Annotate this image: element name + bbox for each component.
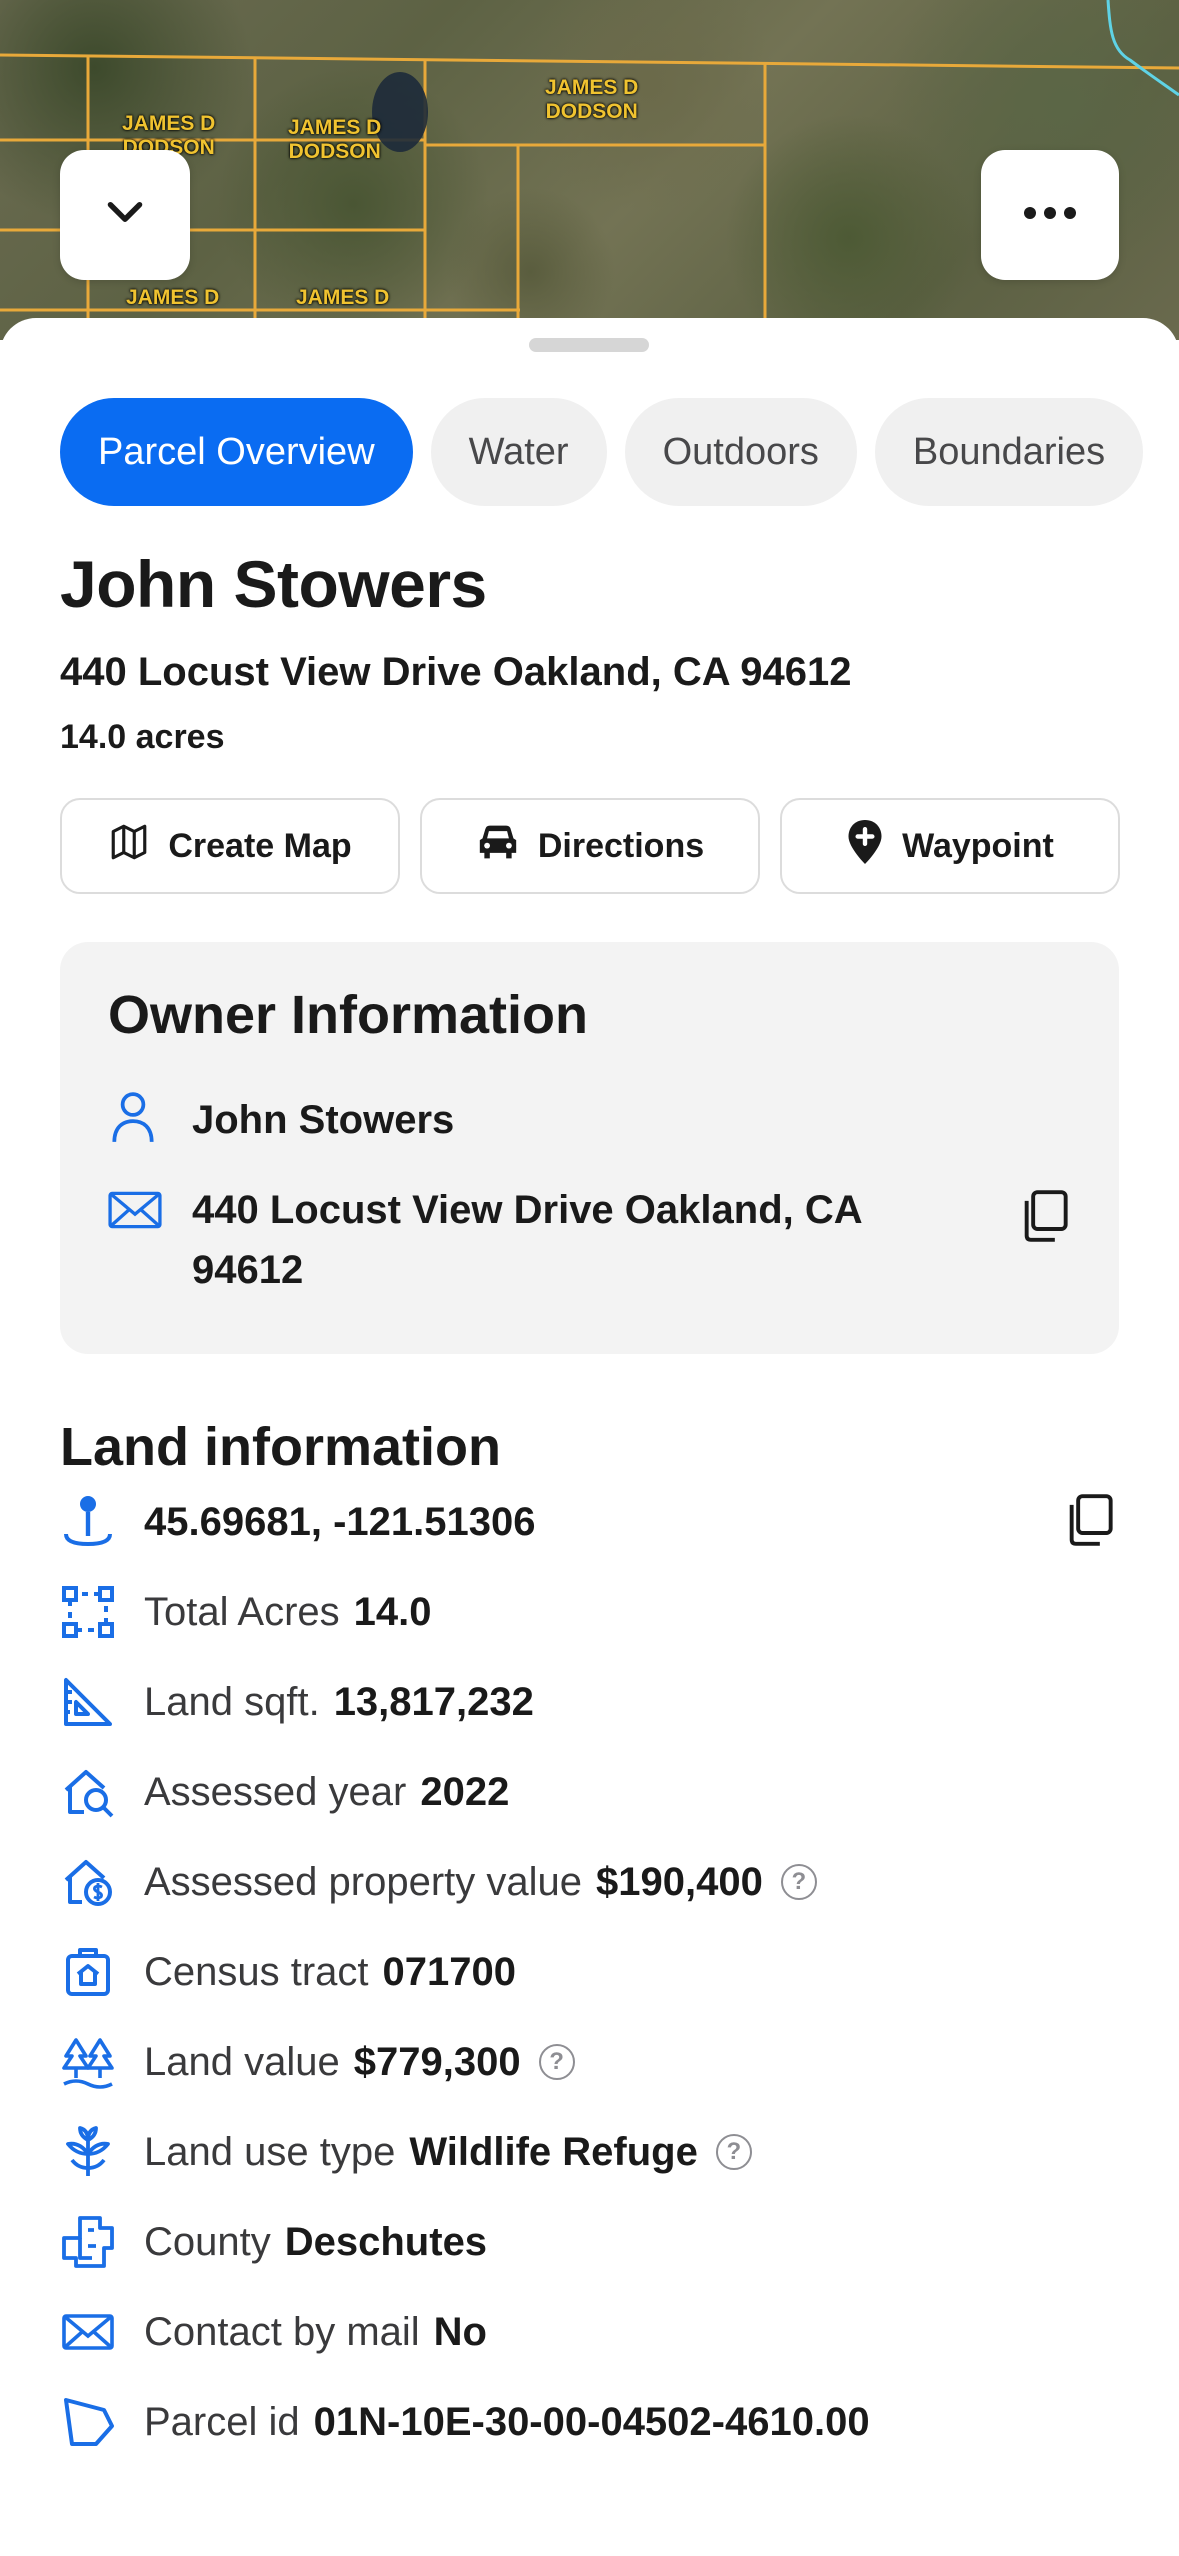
house-search-icon [60,1764,116,1820]
land-info-value: Deschutes [284,2219,488,2264]
owner-information-card: Owner Information John Stowers 440 Locus… [60,942,1119,1354]
person-icon [108,1090,162,1144]
location-pin-icon [60,1494,116,1550]
copy-icon [1065,1494,1113,1550]
land-info-row-parcel-id: Parcel id 01N-10E-30-00-04502-4610.00 [60,2392,870,2452]
coordinates-value: 45.69681, -121.51306 [144,1499,536,1544]
census-building-icon [60,1944,116,2000]
land-info-row-assessed-property-value: Assessed property value $190,400 ? [60,1852,817,1912]
sheet-drag-handle[interactable] [529,338,649,352]
collapse-button[interactable] [60,150,190,280]
parcel-shape-icon [60,2394,116,2450]
land-info-row-total-acres: Total Acres 14.0 [60,1582,432,1642]
land-info-value: 01N-10E-30-00-04502-4610.00 [313,2399,870,2444]
category-tabs: Parcel Overview Water Outdoors Boundarie… [60,398,1144,506]
waypoint-label: Waypoint [902,826,1054,865]
map-view[interactable]: JAMES D DODSON JAMES D DODSON JAMES D DO… [0,0,1179,340]
tab-boundaries[interactable]: Boundaries [874,398,1144,506]
parcel-detail-sheet: Parcel Overview Water Outdoors Boundarie… [0,318,1179,2556]
tab-parcel-overview[interactable]: Parcel Overview [60,398,413,506]
chevron-down-icon [100,188,150,243]
parcel-owner-label: JAMES D [126,286,220,309]
land-info-row-land-sqft: Land sqft. 13,817,232 [60,1672,534,1732]
land-info-label: Assessed year [144,1769,407,1814]
mail-icon [108,1180,162,1234]
create-map-label: Create Map [168,826,352,865]
more-options-button[interactable] [981,150,1119,280]
land-info-label: Land sqft. [144,1679,320,1724]
waypoint-button[interactable]: Waypoint [780,798,1120,894]
land-info-label: Total Acres [144,1589,340,1634]
land-info-row-assessed-year: Assessed year 2022 [60,1762,509,1822]
land-info-value: 071700 [382,1949,517,1994]
land-info-label: County [144,2219,271,2264]
create-map-button[interactable]: Create Map [60,798,400,894]
help-icon[interactable]: ? [715,2134,752,2170]
land-info-row-contact-by-mail: Contact by mail No [60,2302,487,2362]
owner-information-title: Owner Information [108,985,589,1045]
car-icon [476,822,520,871]
mail-icon [60,2304,116,2360]
help-icon[interactable]: ? [780,1864,817,1900]
parcel-address: 440 Locust View Drive Oakland, CA 94612 [60,650,852,694]
land-info-row-census-tract: Census tract 071700 [60,1942,516,2002]
waypoint-pin-icon [846,819,884,873]
page-title: John Stowers [60,547,487,621]
coordinates-row: 45.69681, -121.51306 [60,1492,1119,1552]
owner-address-row: 440 Locust View Drive Oakland, CA 94612 [108,1180,988,1300]
land-info-row-land-value: Land value $779,300 ? [60,2032,575,2092]
directions-button[interactable]: Directions [420,798,760,894]
land-info-value: $190,400 [596,1859,763,1904]
owner-mailing-address: 440 Locust View Drive Oakland, CA 94612 [192,1188,862,1292]
copy-address-button[interactable] [1020,1190,1074,1244]
parcel-owner-label: JAMES D DODSON [288,116,382,163]
land-info-value: 13,817,232 [333,1679,534,1724]
tab-water[interactable]: Water [430,398,607,506]
land-info-label: Land value [144,2039,340,2084]
plant-icon [60,2124,116,2180]
land-info-label: Contact by mail [144,2309,420,2354]
land-info-label: Assessed property value [144,1859,583,1904]
land-info-row-land-use-type: Land use type Wildlife Refuge ? [60,2122,752,2182]
county-map-icon [60,2214,116,2270]
trees-icon [60,2034,116,2090]
land-info-value: No [433,2309,487,2354]
land-info-value: 2022 [420,1769,510,1814]
help-icon[interactable]: ? [538,2044,575,2080]
land-info-value: Wildlife Refuge [409,2129,698,2174]
house-dollar-icon [60,1854,116,1910]
copy-icon [1020,1190,1068,1246]
owner-name-row: John Stowers [108,1090,454,1150]
more-horizontal-icon [1022,203,1078,228]
parcel-owner-label: JAMES D DODSON [545,76,639,123]
map-icon [108,821,150,872]
tab-outdoors[interactable]: Outdoors [624,398,857,506]
land-info-label: Land use type [144,2129,396,2174]
owner-name: John Stowers [192,1098,455,1142]
area-select-icon [60,1584,116,1640]
copy-coordinates-button[interactable] [1065,1494,1113,1551]
ruler-triangle-icon [60,1674,116,1730]
land-info-value: $779,300 [353,2039,521,2084]
land-information-title: Land information [60,1417,501,1477]
land-info-label: Parcel id [144,2399,300,2444]
land-info-value: 14.0 [353,1589,432,1634]
land-info-row-county: County Deschutes [60,2212,487,2272]
land-info-label: Census tract [144,1949,369,1994]
directions-label: Directions [537,826,705,865]
action-buttons: Create Map Directions Waypoint [60,798,1120,894]
parcel-owner-label: JAMES D [296,286,390,309]
parcel-acres: 14.0 acres [60,718,225,756]
